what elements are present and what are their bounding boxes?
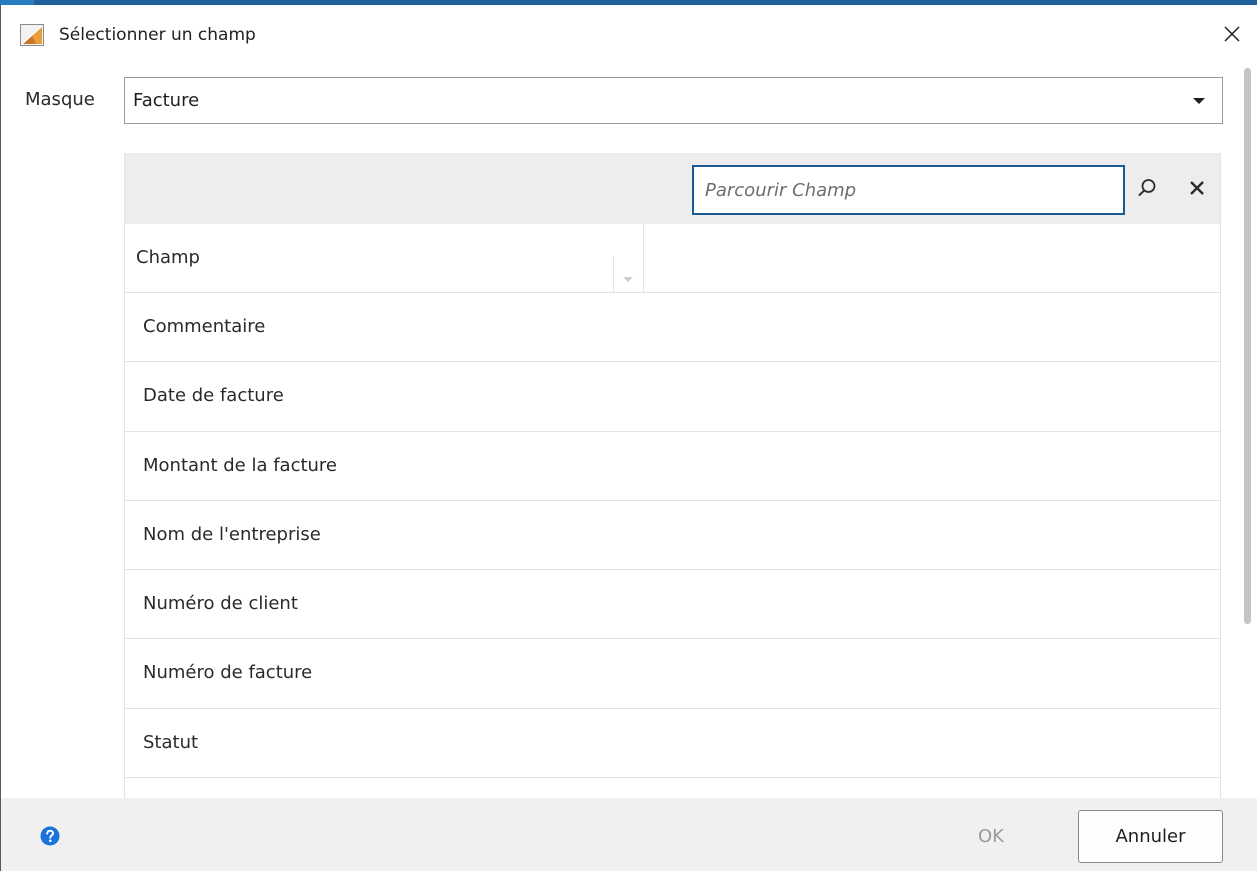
field-grid: Champ Commentaire Date de facture Montan… xyxy=(124,153,1221,798)
ok-button[interactable]: OK xyxy=(949,818,1033,854)
column-header-label: Champ xyxy=(136,247,200,268)
list-item-label: Statut xyxy=(143,731,199,753)
help-icon[interactable] xyxy=(40,826,60,846)
list-item-label: Date de facture xyxy=(143,385,284,407)
column-header-champ[interactable]: Champ xyxy=(125,224,644,293)
column-resize-handle[interactable] xyxy=(613,256,614,292)
sort-arrow-icon[interactable] xyxy=(623,277,633,282)
clear-search-icon[interactable] xyxy=(1188,179,1206,197)
list-item-label: Numéro de client xyxy=(143,593,298,615)
dialog-footer: OK Annuler xyxy=(1,798,1257,871)
list-item-label: Montant de la facture xyxy=(143,454,338,476)
masque-selected-value: Facture xyxy=(133,90,200,111)
select-field-dialog: Sélectionner un champ Masque Facture Par… xyxy=(0,5,1257,871)
list-item[interactable]: Numéro de facture xyxy=(125,639,1220,709)
dialog-title: Sélectionner un champ xyxy=(59,25,256,45)
close-icon xyxy=(1224,26,1240,42)
dialog-titlebar[interactable]: Sélectionner un champ xyxy=(1,5,1257,60)
list-item-label: Numéro de facture xyxy=(143,662,313,684)
list-item[interactable]: Commentaire xyxy=(125,293,1220,363)
app-logo-icon xyxy=(20,24,44,46)
grid-toolbar xyxy=(125,153,1220,224)
list-item[interactable]: Montant de la facture xyxy=(125,432,1220,501)
list-item[interactable]: Date de facture xyxy=(125,362,1220,432)
list-item[interactable] xyxy=(125,778,1220,798)
cancel-button[interactable]: Annuler xyxy=(1078,810,1223,863)
scrollbar-thumb[interactable] xyxy=(1244,68,1251,624)
search-input[interactable] xyxy=(692,165,1125,215)
masque-label: Masque xyxy=(25,89,95,110)
chevron-down-icon xyxy=(1193,98,1205,104)
list-item[interactable]: Numéro de client xyxy=(125,570,1220,640)
search-icon[interactable] xyxy=(1136,177,1158,199)
list-item-label: Commentaire xyxy=(143,316,266,337)
masque-dropdown[interactable]: Facture xyxy=(124,77,1223,124)
close-button[interactable] xyxy=(1217,19,1247,49)
list-item[interactable]: Nom de l'entreprise xyxy=(125,501,1220,571)
list-item-label: Nom de l'entreprise xyxy=(143,523,321,545)
list-item[interactable]: Statut xyxy=(125,709,1220,779)
field-list: Commentaire Date de facture Montant de l… xyxy=(125,293,1220,798)
column-header-row: Champ xyxy=(125,224,1220,293)
